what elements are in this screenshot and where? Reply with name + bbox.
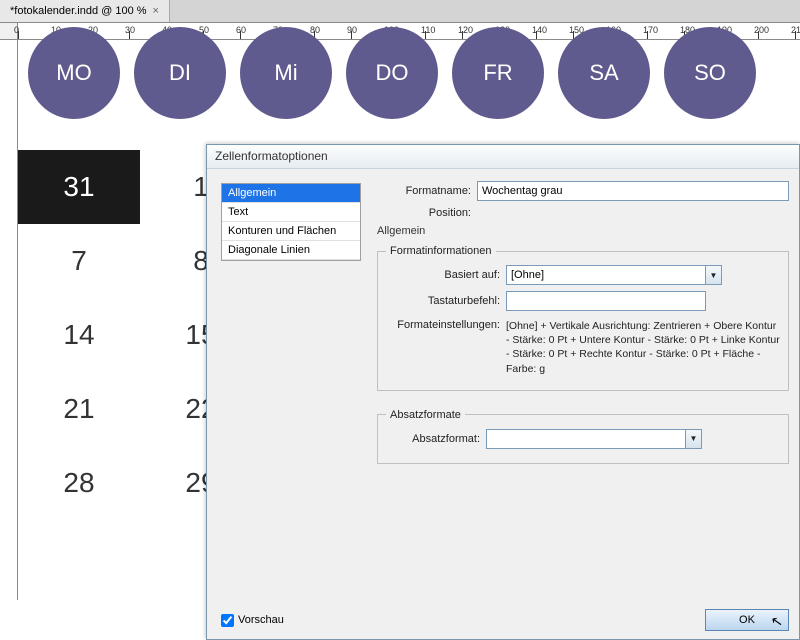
document-tab[interactable]: *fotokalender.indd @ 100 % × — [0, 0, 170, 22]
calendar-cell: 28 — [18, 446, 140, 520]
dialog-side-item[interactable]: Diagonale Linien — [222, 241, 360, 260]
formatname-input[interactable] — [477, 181, 789, 201]
day-circle: MO — [28, 27, 120, 119]
section-allgemein: Allgemein — [377, 225, 789, 237]
dialog-body: AllgemeinTextKonturen und FlächenDiagona… — [207, 169, 799, 639]
day-circle: Mi — [240, 27, 332, 119]
ok-button[interactable]: OK — [705, 609, 789, 631]
ruler-mark: 80 — [310, 25, 320, 35]
document-canvas: MODIMiDOFRSASO 31178141521222829 Zellenf… — [0, 40, 800, 600]
vorschau-checkbox[interactable]: Vorschau — [221, 614, 284, 627]
tastatur-input[interactable] — [506, 291, 706, 311]
ruler-mark: 30 — [125, 25, 135, 35]
ruler-mark: 110 — [421, 25, 435, 35]
absatz-legend: Absatzformate — [386, 409, 465, 421]
day-circle: DO — [346, 27, 438, 119]
dialog-side-list: AllgemeinTextKonturen und FlächenDiagona… — [221, 183, 361, 261]
absatz-input[interactable] — [486, 429, 686, 449]
chevron-down-icon[interactable]: ▼ — [706, 265, 722, 285]
day-circle: SO — [664, 27, 756, 119]
chevron-down-icon[interactable]: ▼ — [686, 429, 702, 449]
absatz-group: Absatzformate Absatzformat: ▼ — [377, 409, 789, 464]
calendar-cell: 14 — [18, 298, 140, 372]
ok-label: OK — [739, 614, 755, 626]
weekday-row: MODIMiDOFRSASO — [18, 40, 800, 115]
dialog-right-pane: Formatname: Position: Allgemein Formatin… — [377, 181, 789, 464]
day-circle: FR — [452, 27, 544, 119]
dialog-title[interactable]: Zellenformatoptionen — [207, 145, 799, 169]
day-circle: DI — [134, 27, 226, 119]
document-tab-bar: *fotokalender.indd @ 100 % × — [0, 0, 800, 22]
basiert-combo[interactable]: ▼ — [506, 265, 722, 285]
vertical-ruler — [0, 40, 18, 600]
close-icon[interactable]: × — [153, 5, 159, 17]
document-tab-title: *fotokalender.indd @ 100 % — [10, 5, 147, 17]
day-circle: SA — [558, 27, 650, 119]
ruler-mark: 120 — [458, 25, 473, 35]
dialog-bottom-bar: Vorschau OK — [221, 609, 789, 631]
dialog-side-item[interactable]: Allgemein — [222, 184, 360, 203]
format-info-group: Formatinformationen Basiert auf: ▼ Tasta… — [377, 245, 789, 391]
ruler-mark: 90 — [347, 25, 357, 35]
ruler-mark: 200 — [754, 25, 769, 35]
ruler-mark: 60 — [236, 25, 246, 35]
absatz-label: Absatzformat: — [386, 433, 486, 445]
calendar-cell: 31 — [18, 150, 140, 224]
vorschau-check-input[interactable] — [221, 614, 234, 627]
calendar-cell: 21 — [18, 372, 140, 446]
basiert-label: Basiert auf: — [386, 269, 506, 281]
ruler-mark: 170 — [643, 25, 658, 35]
einstell-text: [Ohne] + Vertikale Ausrichtung: Zentrier… — [506, 319, 780, 376]
vorschau-label: Vorschau — [238, 614, 284, 626]
formatname-label: Formatname: — [377, 185, 477, 197]
dialog-side-item[interactable]: Text — [222, 203, 360, 222]
tastatur-label: Tastaturbefehl: — [386, 295, 506, 307]
absatz-combo[interactable]: ▼ — [486, 429, 702, 449]
basiert-input[interactable] — [506, 265, 706, 285]
position-label: Position: — [377, 207, 477, 219]
ruler-mark: 140 — [532, 25, 547, 35]
dialog-side-item[interactable]: Konturen und Flächen — [222, 222, 360, 241]
cell-style-options-dialog: Zellenformatoptionen AllgemeinTextKontur… — [206, 144, 800, 640]
format-info-legend: Formatinformationen — [386, 245, 496, 257]
einstell-label: Formateinstellungen: — [386, 319, 506, 331]
calendar-cell: 7 — [18, 224, 140, 298]
